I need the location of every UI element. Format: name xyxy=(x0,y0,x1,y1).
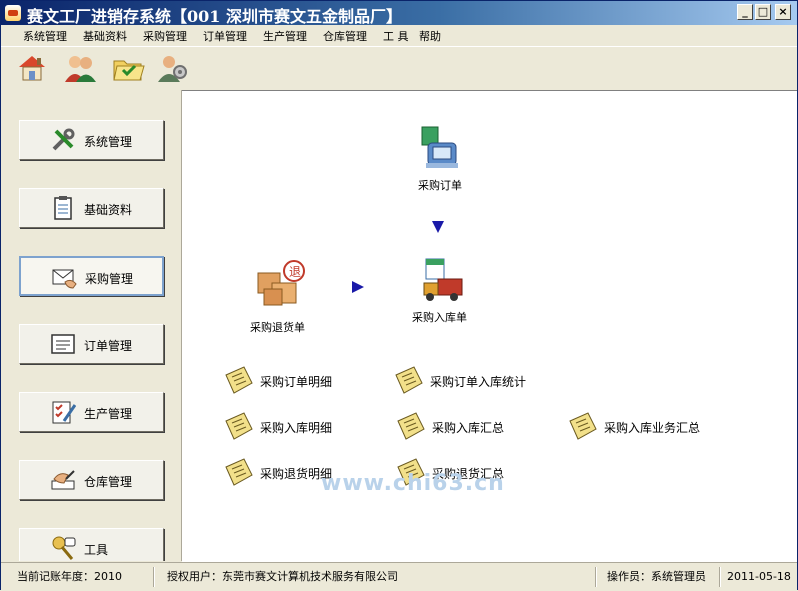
menu-warehouse[interactable]: 仓库管理 xyxy=(323,28,367,44)
report-icon xyxy=(225,412,253,440)
nav-production-button[interactable]: 生产管理 xyxy=(19,392,164,432)
writing-hand-icon xyxy=(51,470,75,490)
nav-label: 生产管理 xyxy=(84,407,133,421)
purchase-inbound-label[interactable]: 采购入库单 xyxy=(412,309,467,325)
purchase-order-icon[interactable] xyxy=(418,125,464,171)
checklist-icon xyxy=(52,401,76,424)
purchase-return-icon[interactable]: 退 xyxy=(254,259,310,309)
minimize-button[interactable]: _ xyxy=(737,4,753,20)
purchase-inbound-icon[interactable] xyxy=(418,257,466,305)
nav-label: 订单管理 xyxy=(84,339,133,353)
report-icon xyxy=(225,366,253,394)
sidebar: 系统管理 基础资料 采购管理 订单管理 生产管理 仓库管理 工具 xyxy=(1,90,182,561)
mail-hand-icon xyxy=(52,269,77,289)
tools-icon xyxy=(52,128,75,151)
folder-icon[interactable] xyxy=(111,52,145,84)
status-separator xyxy=(719,567,721,587)
user-settings-icon[interactable] xyxy=(155,52,189,84)
report-icon xyxy=(569,412,597,440)
report-purchase-order-detail[interactable]: 采购订单明细 xyxy=(224,365,394,395)
purchase-order-label[interactable]: 采购订单 xyxy=(418,177,462,193)
report-label: 采购入库业务汇总 xyxy=(604,421,701,435)
purchase-return-label[interactable]: 采购退货单 xyxy=(250,319,305,335)
menu-system[interactable]: 系统管理 xyxy=(23,28,67,44)
status-separator xyxy=(153,567,155,587)
watermark: www.chi63.cn xyxy=(321,471,505,496)
nav-warehouse-button[interactable]: 仓库管理 xyxy=(19,460,164,500)
toolbar xyxy=(1,46,797,91)
status-separator xyxy=(595,567,597,587)
report-icon xyxy=(225,458,253,486)
title-bar[interactable]: 赛文工厂进销存系统【001 深圳市赛文五金制品厂】 _ □ × xyxy=(1,1,797,26)
status-bar: 当前记账年度：2010 授权用户：东莞市赛文计算机技术服务有限公司 操作员：系统… xyxy=(1,562,797,591)
report-purchase-inbound-detail[interactable]: 采购入库明细 xyxy=(224,411,394,441)
nav-label: 系统管理 xyxy=(84,135,133,149)
app-window: 赛文工厂进销存系统【001 深圳市赛文五金制品厂】 _ □ × 系统管理 基础资… xyxy=(0,0,798,591)
menu-production[interactable]: 生产管理 xyxy=(263,28,307,44)
menu-order[interactable]: 订单管理 xyxy=(203,28,247,44)
nav-label: 基础资料 xyxy=(84,203,133,217)
report-icon xyxy=(397,412,425,440)
status-year: 当前记账年度：2010 xyxy=(17,570,122,583)
status-date: 2011-05-18 xyxy=(727,570,791,583)
nav-system-button[interactable]: 系统管理 xyxy=(19,120,164,160)
svg-text:退: 退 xyxy=(289,265,301,279)
menu-basic-data[interactable]: 基础资料 xyxy=(83,28,127,44)
nav-label: 采购管理 xyxy=(85,272,134,286)
status-user: 授权用户：东莞市赛文计算机技术服务有限公司 xyxy=(167,570,398,583)
clipboard-icon xyxy=(54,196,72,220)
nav-label: 仓库管理 xyxy=(84,475,133,489)
menu-purchase[interactable]: 采购管理 xyxy=(143,28,187,44)
status-operator: 操作员：系统管理员 xyxy=(607,570,706,583)
home-icon[interactable] xyxy=(15,52,49,84)
report-icon xyxy=(395,366,423,394)
report-label: 采购入库汇总 xyxy=(432,421,505,435)
report-label: 采购订单明细 xyxy=(260,375,333,389)
nav-order-button[interactable]: 订单管理 xyxy=(19,324,164,364)
close-button[interactable]: × xyxy=(775,4,791,20)
nav-basic-data-button[interactable]: 基础资料 xyxy=(19,188,164,228)
menu-tools[interactable]: 工 具 xyxy=(383,28,409,44)
nav-tools-button[interactable]: 工具 xyxy=(19,528,164,561)
report-purchase-inbound-business-summary[interactable]: 采购入库业务汇总 xyxy=(568,411,748,441)
nav-purchase-button[interactable]: 采购管理 xyxy=(19,256,164,296)
arrow-right xyxy=(352,281,364,293)
report-purchase-order-inbound-stats[interactable]: 采购订单入库统计 xyxy=(394,365,594,395)
report-label: 采购入库明细 xyxy=(260,421,333,435)
menu-help[interactable]: 帮助 xyxy=(419,28,441,44)
arrow-down xyxy=(432,221,444,233)
app-icon xyxy=(5,5,21,21)
report-label: 采购订单入库统计 xyxy=(430,375,527,389)
document-icon xyxy=(51,334,75,354)
maximize-button[interactable]: □ xyxy=(755,4,771,20)
key-icon xyxy=(52,536,76,560)
menu-bar: 系统管理 基础资料 采购管理 订单管理 生产管理 仓库管理 工 具 帮助 xyxy=(1,25,797,45)
window-title: 赛文工厂进销存系统【001 深圳市赛文五金制品厂】 xyxy=(27,7,402,26)
users-icon[interactable] xyxy=(63,52,97,84)
report-purchase-inbound-summary[interactable]: 采购入库汇总 xyxy=(396,411,566,441)
nav-label: 工具 xyxy=(84,543,109,557)
